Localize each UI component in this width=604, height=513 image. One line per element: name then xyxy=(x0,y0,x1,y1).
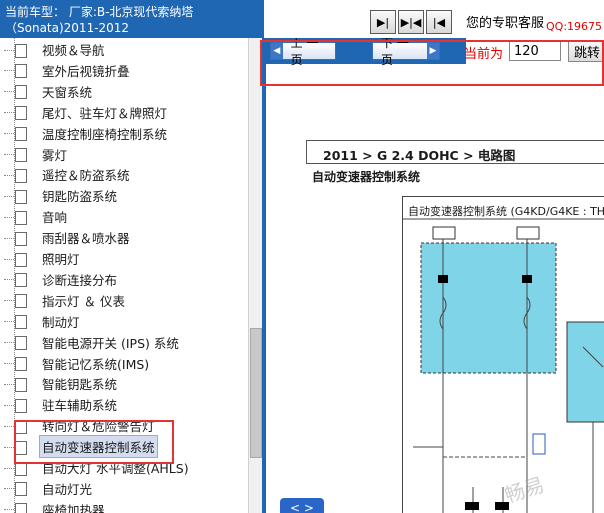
sidebar-item-label: 智能电源开关 (IPS) 系统 xyxy=(42,335,179,351)
sidebar-item-label: 智能钥匙系统 xyxy=(42,377,118,393)
sidebar-item[interactable]: 尾灯、驻车灯＆牌照灯 xyxy=(4,102,169,123)
sidebar-item[interactable]: 钥匙防盗系统 xyxy=(4,185,119,206)
sidebar-item[interactable]: 天窗系统 xyxy=(4,81,94,102)
wiring-diagram-graphic xyxy=(403,218,604,513)
sidebar-item[interactable]: 雾灯 xyxy=(4,144,69,165)
sidebar-item-label: 照明灯 xyxy=(42,252,80,267)
document-icon xyxy=(4,84,27,100)
sidebar-item[interactable]: 智能钥匙系统 xyxy=(4,373,119,394)
bottom-nav-button[interactable]: < > xyxy=(280,498,324,513)
sidebar-item[interactable]: 诊断连接分布 xyxy=(4,269,119,290)
toggle-panels-button[interactable]: ▶|◀ xyxy=(398,10,424,34)
document-icon xyxy=(4,189,27,204)
sidebar-item-label: 天窗系统 xyxy=(42,84,93,100)
sidebar-item[interactable]: 温度控制座椅控制系统 xyxy=(4,123,169,144)
selected-item-highlight-box xyxy=(14,420,174,464)
sidebar-item[interactable]: 制动灯 xyxy=(4,311,82,332)
sidebar-item-label: 视频＆导航 xyxy=(42,43,105,58)
sidebar-item[interactable]: 遥控＆防盗系统 xyxy=(4,164,132,185)
support-label: 您的专职客服 xyxy=(466,16,545,31)
document-icon xyxy=(4,502,27,513)
sidebar-item[interactable]: 驻车辅助系统 xyxy=(4,394,119,415)
document-icon xyxy=(4,126,27,142)
sidebar-item-label: 遥控＆防盗系统 xyxy=(42,168,130,184)
sidebar-item-label: 室外后视镜折叠 xyxy=(42,63,130,79)
document-icon xyxy=(4,293,27,309)
collapse-left-button[interactable]: |◀ xyxy=(426,10,452,34)
wiring-diagram: 自动变速器控制系统 (G4KD/G4KE : THETA II 2.0L/2.4… xyxy=(402,196,604,513)
sidebar-scrollbar[interactable] xyxy=(248,38,262,513)
document-icon xyxy=(4,105,27,121)
sidebar-item-label: 诊断连接分布 xyxy=(42,272,118,288)
sidebar-item[interactable]: 指示灯 ＆ 仪表 xyxy=(4,290,127,311)
qq-link[interactable]: QQ:19675 xyxy=(546,20,602,33)
document-icon xyxy=(4,481,27,497)
document-icon xyxy=(4,63,27,79)
document-icon xyxy=(4,147,27,162)
sidebar-item-label: 钥匙防盗系统 xyxy=(42,189,118,205)
sidebar-item[interactable]: 音响 xyxy=(4,206,69,227)
document-icon xyxy=(4,210,27,225)
pager-highlight-box xyxy=(260,40,604,86)
document-icon xyxy=(4,356,27,371)
main-view: ◀ 上 一 页 下 一 页 ▶ 当前为 跳转 2011 > G 2.4 DOHC… xyxy=(266,38,604,513)
document-icon xyxy=(4,168,27,183)
document-icon xyxy=(4,398,27,413)
sidebar-item[interactable]: 自动灯光 xyxy=(4,478,94,499)
sidebar-item-label: 智能记忆系统(IMS) xyxy=(42,356,150,372)
document-icon xyxy=(4,231,27,246)
top-bar: 当前车型： 厂家:B-北京现代索纳塔（Sonata)2011-2012 ▶| ▶… xyxy=(0,0,604,38)
document-icon xyxy=(4,377,27,392)
sidebar-item-label: 驻车辅助系统 xyxy=(42,398,118,414)
sidebar-item-label: 雾灯 xyxy=(42,147,68,163)
collapse-right-button[interactable]: ▶| xyxy=(370,10,396,34)
nav-button-group: ▶| ▶|◀ |◀ xyxy=(370,10,452,36)
sidebar-item[interactable]: 雨刮器＆喷水器 xyxy=(4,227,132,248)
sidebar-item-label: 尾灯、驻车灯＆牌照灯 xyxy=(42,105,168,121)
sidebar-item[interactable]: 座椅加热器 xyxy=(4,499,107,513)
sidebar-item-label: 自动灯光 xyxy=(42,481,93,497)
document-icon xyxy=(4,314,27,330)
current-model-label: 当前车型： 厂家:B-北京现代索纳塔（Sonata)2011-2012 xyxy=(0,0,264,38)
sidebar-item[interactable]: 智能记忆系统(IMS) xyxy=(4,353,151,374)
document-title: 自动变速器控制系统 xyxy=(312,170,421,184)
sidebar-item-label: 座椅加热器 xyxy=(42,502,105,513)
sidebar-item-label: 制动灯 xyxy=(42,314,80,330)
sidebar-item[interactable]: 智能电源开关 (IPS) 系统 xyxy=(4,332,181,353)
document-icon xyxy=(4,252,27,267)
document-breadcrumb: 2011 > G 2.4 DOHC > 电路图 xyxy=(306,140,604,164)
document-icon xyxy=(4,272,27,288)
sidebar-item-label: 音响 xyxy=(42,210,68,226)
sidebar-item-label: 温度控制座椅控制系统 xyxy=(42,126,168,142)
sidebar-item-label: 雨刮器＆喷水器 xyxy=(42,231,130,247)
sidebar-item[interactable]: 视频＆导航 xyxy=(4,39,107,60)
sidebar-item[interactable]: 室外后视镜折叠 xyxy=(4,60,132,81)
sidebar-item-label: 指示灯 ＆ 仪表 xyxy=(42,293,125,309)
sidebar-item[interactable]: 照明灯 xyxy=(4,248,82,269)
document-icon xyxy=(4,43,27,58)
scrollbar-thumb[interactable] xyxy=(250,328,262,458)
document-icon xyxy=(4,335,27,351)
